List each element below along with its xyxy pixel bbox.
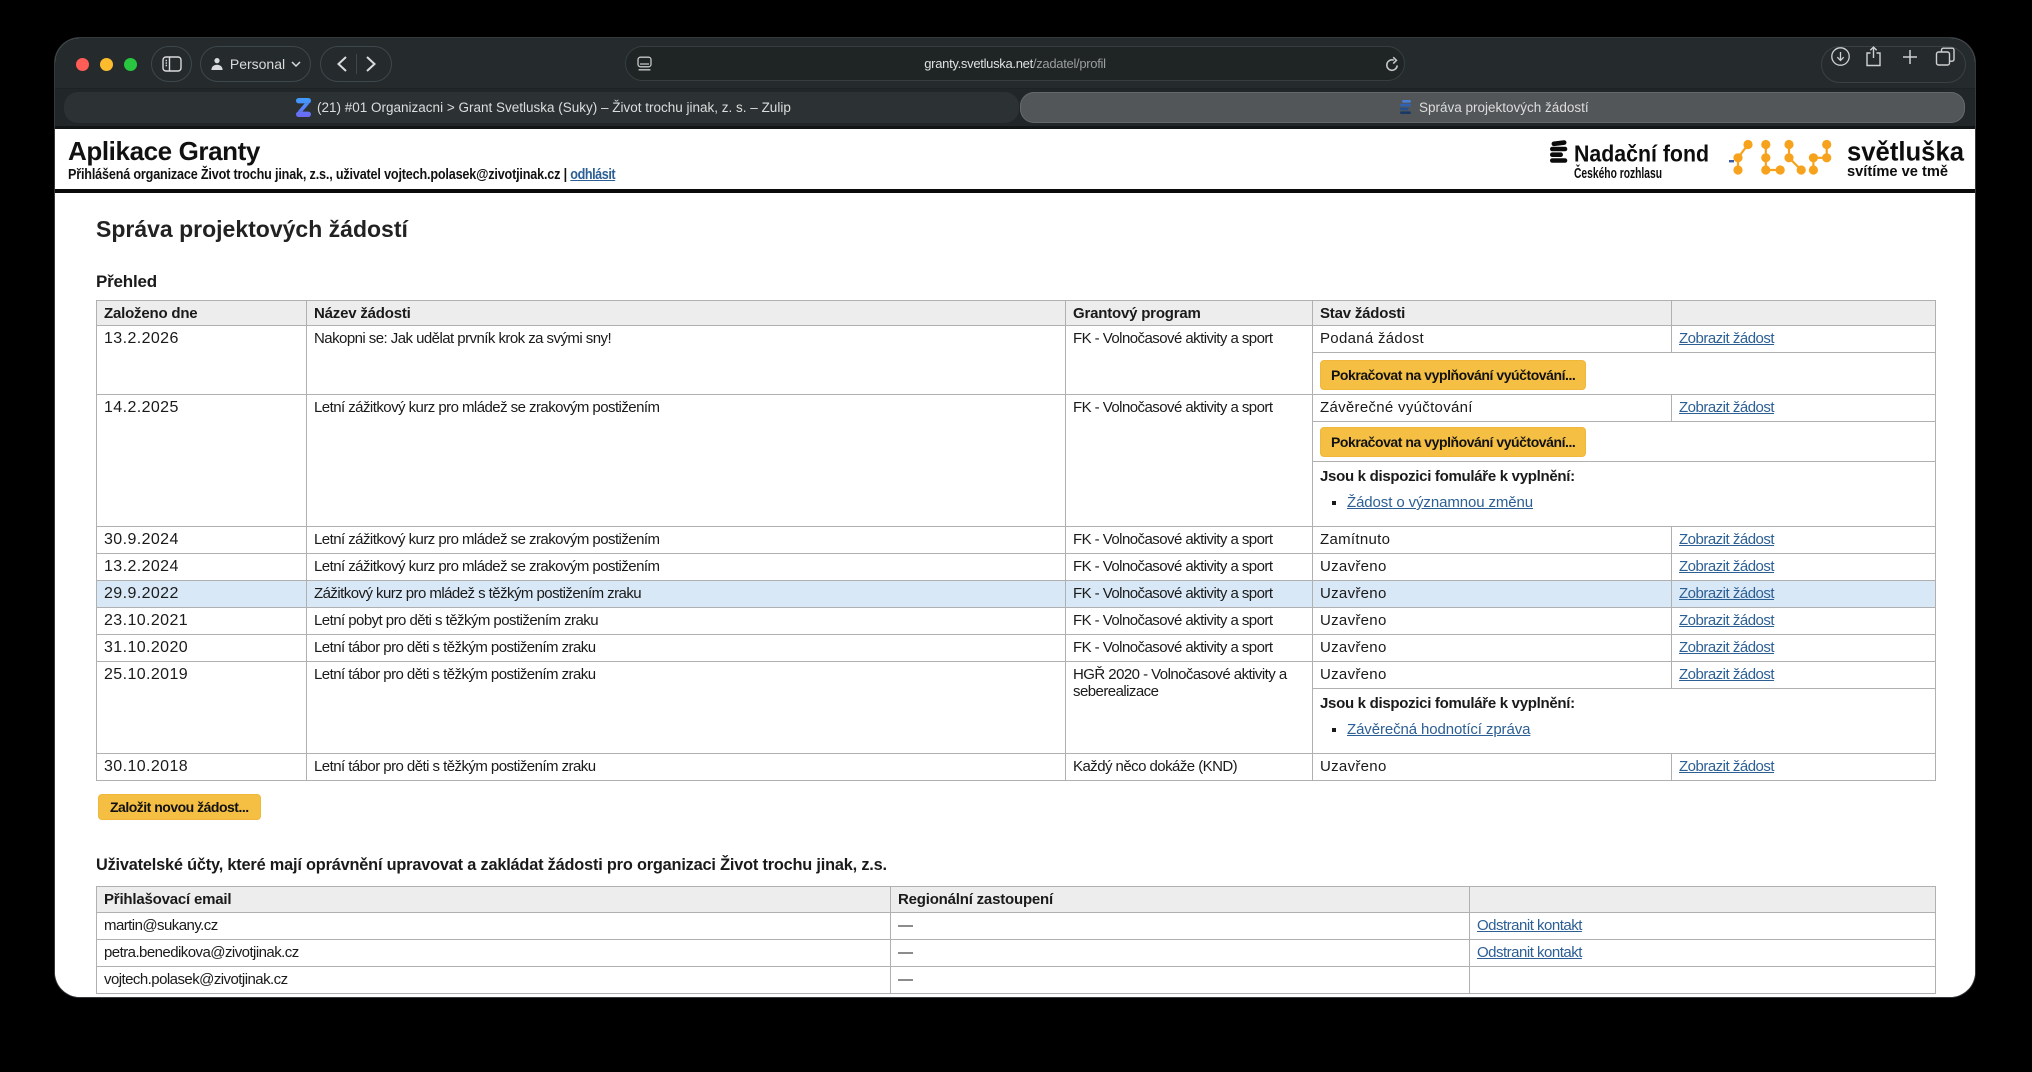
svg-text:Českého rozhlasu: Českého rozhlasu xyxy=(1574,164,1662,182)
svg-text:světluška: světluška xyxy=(1847,137,1965,167)
svg-text:svítíme ve tmě: svítíme ve tmě xyxy=(1847,163,1948,180)
svg-text:Nadační fond: Nadační fond xyxy=(1574,141,1709,167)
